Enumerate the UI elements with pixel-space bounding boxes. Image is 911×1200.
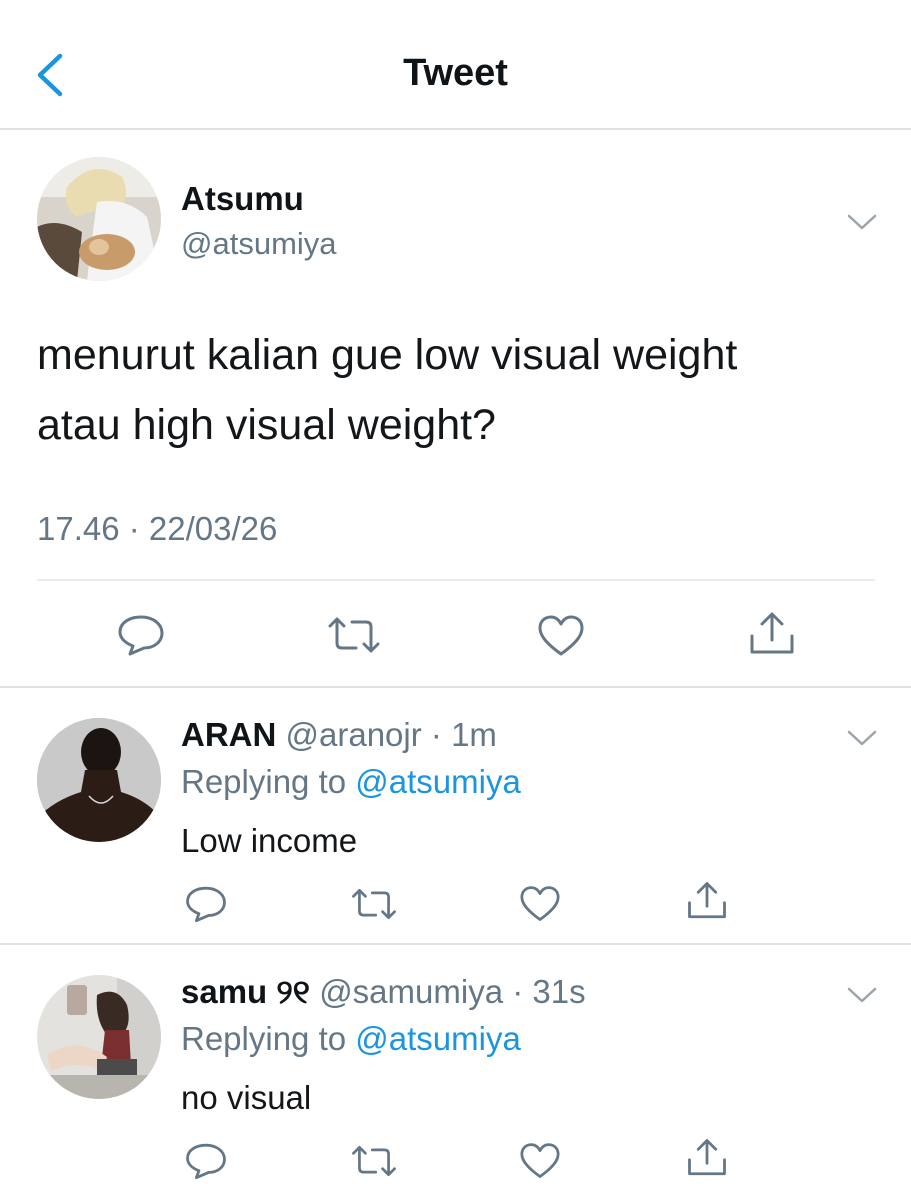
- more-options-button[interactable]: [846, 728, 878, 748]
- reply-tweet[interactable]: samu ୨୧ @samumiya · 31s Replying to @ats…: [0, 945, 911, 1200]
- retweet-button[interactable]: [326, 615, 382, 655]
- share-icon: [750, 612, 794, 654]
- timestamp[interactable]: 17.46 · 22/03/26: [37, 510, 277, 548]
- tweet-text-line: menurut kalian gue low visual weight: [37, 331, 738, 379]
- reply-icon: [186, 886, 226, 923]
- relative-time: · 31s: [512, 973, 586, 1010]
- display-name[interactable]: samu ୨୧: [181, 973, 310, 1010]
- reply-header: samu ୨୧ @samumiya · 31s: [181, 973, 586, 1012]
- retweet-icon: [328, 617, 380, 653]
- share-button[interactable]: [686, 880, 728, 922]
- share-button[interactable]: [686, 1137, 728, 1179]
- relative-time: · 1m: [430, 716, 497, 753]
- retweet-button[interactable]: [350, 886, 398, 922]
- chevron-down-icon: [847, 987, 877, 1003]
- mention-link[interactable]: @atsumiya: [355, 1020, 521, 1057]
- divider: [37, 579, 875, 581]
- mention-link[interactable]: @atsumiya: [355, 763, 521, 800]
- reply-icon: [118, 615, 164, 656]
- replying-to-label: Replying to: [181, 1020, 347, 1057]
- reply-button[interactable]: [116, 613, 166, 657]
- replying-to: Replying to @atsumiya: [181, 1020, 521, 1058]
- display-name[interactable]: ARAN: [181, 716, 276, 753]
- username[interactable]: @atsumiya: [181, 226, 337, 262]
- reply-text: Low income: [181, 822, 358, 859]
- tweet-text: menurut kalian gue low visual weight ata…: [37, 320, 877, 460]
- reply-button[interactable]: [184, 884, 228, 924]
- like-icon: [520, 886, 560, 921]
- username[interactable]: @samumiya: [319, 973, 503, 1010]
- chevron-down-icon: [847, 214, 877, 230]
- reply-text: no visual: [181, 1079, 312, 1116]
- like-icon: [538, 615, 584, 656]
- share-button[interactable]: [748, 610, 796, 658]
- page-title: Tweet: [403, 52, 508, 94]
- chevron-down-icon: [847, 730, 877, 746]
- avatar[interactable]: [37, 718, 161, 842]
- share-icon: [688, 882, 726, 919]
- main-tweet: Atsumu @atsumiya menurut kalian gue low …: [0, 130, 911, 688]
- more-options-button[interactable]: [846, 985, 878, 1005]
- reply-tweet[interactable]: ARAN @aranojr · 1m Replying to @atsumiya…: [0, 688, 911, 945]
- avatar[interactable]: [37, 975, 161, 1099]
- reply-icon: [186, 1143, 226, 1180]
- like-icon: [520, 1143, 560, 1178]
- tweet-text-line: atau high visual weight?: [37, 401, 496, 449]
- reply-button[interactable]: [184, 1141, 228, 1181]
- username[interactable]: @aranojr: [286, 716, 422, 753]
- share-icon: [688, 1139, 726, 1176]
- replying-to: Replying to @atsumiya: [181, 763, 521, 801]
- like-button[interactable]: [537, 614, 585, 658]
- like-button[interactable]: [519, 885, 561, 923]
- avatar[interactable]: [37, 157, 161, 281]
- retweet-icon: [352, 888, 396, 920]
- retweet-icon: [352, 1145, 396, 1177]
- reply-header: ARAN @aranojr · 1m: [181, 716, 497, 754]
- more-options-button[interactable]: [846, 212, 878, 232]
- retweet-button[interactable]: [350, 1143, 398, 1179]
- like-button[interactable]: [519, 1142, 561, 1180]
- top-bar: Tweet: [0, 0, 911, 130]
- display-name[interactable]: Atsumu: [181, 180, 304, 218]
- replying-to-label: Replying to: [181, 763, 347, 800]
